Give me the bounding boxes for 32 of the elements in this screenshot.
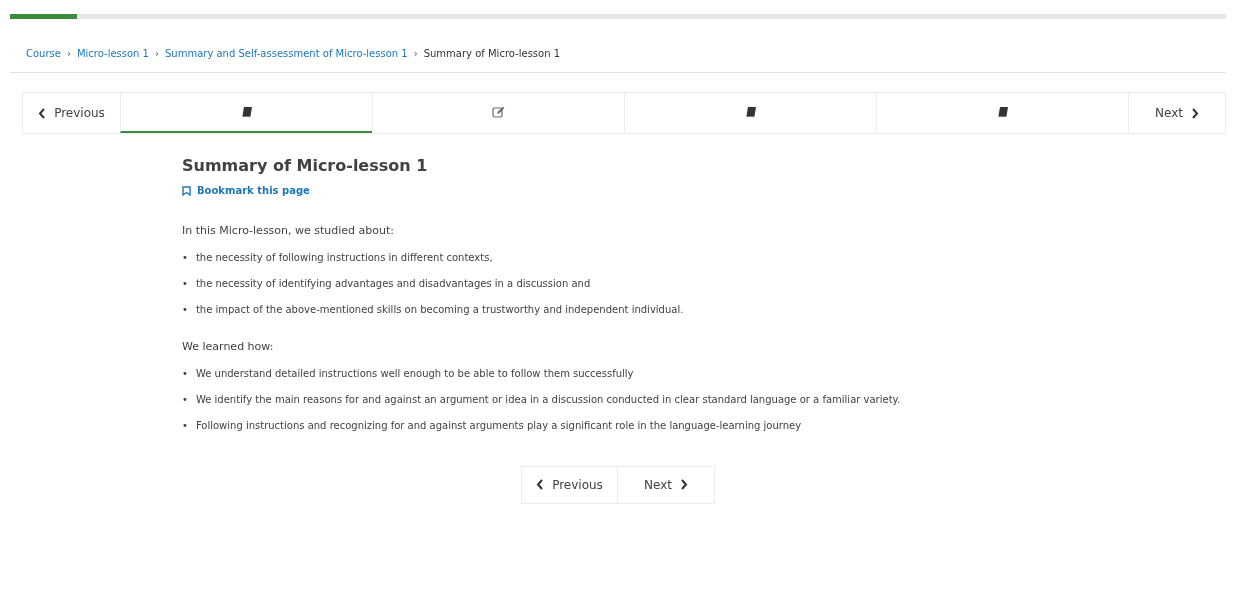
breadcrumb-separator: › [66,48,71,59]
book-icon [996,106,1009,118]
breadcrumb-separator: › [413,48,418,59]
book-icon [240,106,253,118]
list-item: the necessity of identifying advantages and disadvantages in a discussion and [195,276,591,290]
breadcrumb-link[interactable]: Micro-lesson 1 [76,48,149,59]
list-item: Following instructions and recognizing for and against arguments play a significant role in the language-learning journey [195,418,802,432]
bullet: • [182,366,188,380]
chevron-left-icon [536,479,545,490]
breadcrumb-separator: › [155,48,159,59]
chevron-right-icon [680,479,688,490]
list-item: the impact of the above-mentioned skills on becoming a trustworthy and independent individual. [195,302,684,316]
list-item: the necessity of following instructions in different contexts, [195,250,493,264]
paragraph: In this Micro-lesson, we studied about: [182,223,396,237]
chevron-right-icon [1191,107,1199,119]
list-item: We understand detailed instructions well enough to be able to follow them successfully [195,366,634,380]
bullet: • [182,250,188,264]
paragraph: We learned how: [182,339,275,353]
breadcrumb-current: Summary of Micro-lesson 1 [423,48,561,59]
page-title: Summary of Micro-lesson 1 [182,156,429,175]
breadcrumb-link[interactable]: Course [26,48,61,59]
bullet: • [182,276,188,290]
list-item: We identify the main reasons for and against an argument or idea in a discussion conducted in clear standard language or a familiar variety. [195,392,901,406]
edit-icon [492,106,505,118]
chevron-left-icon [38,107,47,119]
breadcrumb-link[interactable]: Summary and Self-assessment of Micro-lesson 1 [165,48,408,59]
unit-tab[interactable] [120,93,372,133]
bullet: • [182,418,188,432]
bullet: • [182,392,188,406]
bookmark-icon [182,185,191,196]
book-icon [744,106,757,118]
bullet: • [182,302,188,316]
